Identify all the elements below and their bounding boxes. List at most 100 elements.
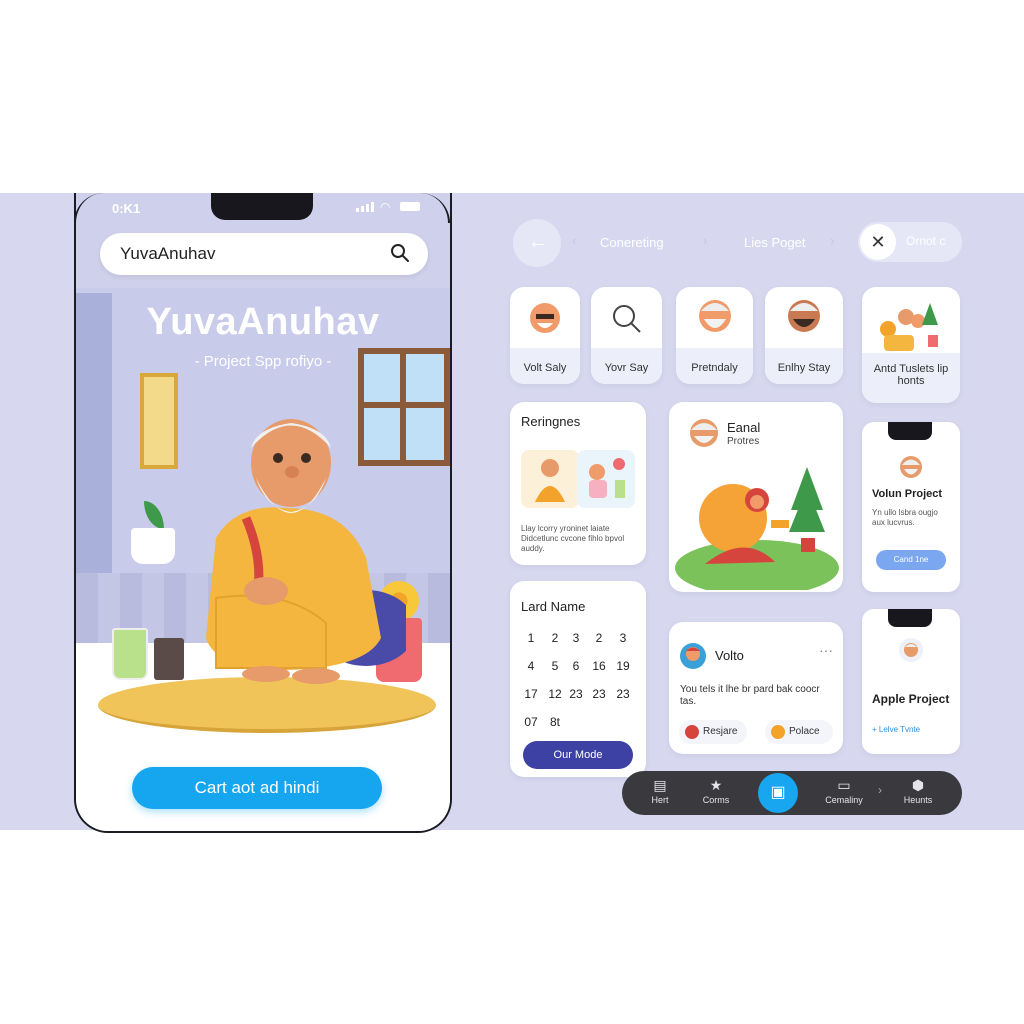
- calendar-day[interactable]: 4: [520, 659, 542, 673]
- home-action-button[interactable]: ▣: [758, 773, 798, 813]
- bottom-navigation: ▤ Hert ★ Corms ▣ ▭ Cemaliny › ⬢ Heunts: [622, 771, 962, 815]
- tile-volt-saly[interactable]: Volt Saly: [510, 287, 580, 384]
- tile-label: Enlhy Stay: [777, 362, 831, 374]
- volun-project-card[interactable]: Volun Project Yn ullo lsbra ougjo aux lu…: [862, 422, 960, 592]
- tile-label: Yovr Say: [604, 362, 649, 374]
- avatar-icon: [530, 303, 560, 333]
- chevron-right-icon: ›: [878, 783, 882, 797]
- mini-phone-notch: [888, 609, 932, 627]
- post-text: You tels it lhe br pard bak coocr tas.: [680, 684, 820, 707]
- calendar-day[interactable]: 3: [565, 631, 587, 645]
- app-title: YuvaAnuhav: [146, 301, 380, 343]
- card-link[interactable]: + Lelve Tvnte: [872, 725, 920, 734]
- calendar-day[interactable]: 07: [520, 715, 542, 729]
- nav-label: Hert: [651, 795, 669, 805]
- calendar-day[interactable]: 23: [588, 687, 610, 701]
- card-icon: ▭: [837, 777, 851, 793]
- phone-frame-top: [74, 193, 450, 223]
- elder-avatar-icon: [690, 419, 718, 447]
- nav-label: Heunts: [903, 795, 933, 805]
- close-pill[interactable]: ✕ Ornot c: [858, 222, 962, 262]
- calendar-day[interactable]: 23: [565, 687, 587, 701]
- meditation-thumb: [521, 450, 579, 508]
- calendar-day[interactable]: 19: [612, 659, 634, 673]
- tile-yovr-say[interactable]: Yovr Say: [591, 287, 662, 384]
- tea-glass: [112, 628, 148, 680]
- profile-card[interactable]: Eanal Protres: [669, 402, 843, 592]
- place-chip[interactable]: Polace: [765, 720, 833, 744]
- briefcase-icon: ▣: [770, 784, 786, 801]
- card-body: Yn ullo lsbra ougjo aux lucvrus.: [872, 508, 938, 527]
- man-avatar-icon: [788, 300, 820, 332]
- post-card[interactable]: Volto ··· You tels it lhe br pard bak co…: [669, 622, 843, 754]
- tile-pretndaly[interactable]: Pretndaly: [676, 287, 753, 384]
- card-body: Llay lcorry yroninet laiate Didcetlunc c…: [521, 524, 625, 553]
- star-icon: ★: [709, 777, 723, 793]
- share-icon: [685, 725, 699, 739]
- calendar-card[interactable]: Lard Name 1 2 3 2 3 4 5 6 16 19 17 12 23 23 23 07 8t Our…: [510, 581, 646, 777]
- grandparent-icon: [589, 458, 625, 498]
- user-avatar-icon: [680, 643, 706, 669]
- mini-phone-notch: [888, 422, 932, 440]
- nav-item-cemaliny[interactable]: ▭ Cemaliny: [814, 771, 874, 815]
- breadcrumb-item-1[interactable]: Conereting: [600, 235, 664, 250]
- calendar-day[interactable]: 8t: [544, 715, 566, 729]
- elder-avatar-icon: [899, 638, 923, 662]
- tile-antd-tuslets[interactable]: Antd Tuslets lip honts: [862, 287, 960, 403]
- card-title: Reringnes: [521, 414, 581, 429]
- calendar-day[interactable]: 17: [520, 687, 542, 701]
- card-title: Eanal: [727, 420, 761, 435]
- calendar-day[interactable]: 16: [588, 659, 610, 673]
- post-author: Volto: [715, 648, 744, 663]
- calendar-day[interactable]: 3: [612, 631, 634, 645]
- get-started-button[interactable]: Cart aot ad hindi: [132, 767, 382, 809]
- tile-label: Volt Saly: [523, 362, 567, 374]
- elder-illustration: [206, 419, 406, 684]
- magnifier-icon: [613, 305, 641, 333]
- share-chip[interactable]: Resjare: [679, 720, 747, 744]
- calendar-day[interactable]: 6: [565, 659, 587, 673]
- reringnes-card[interactable]: Reringnes Llay lcorry yroninet laiate Di…: [510, 402, 646, 565]
- close-icon[interactable]: ✕: [860, 224, 896, 260]
- search-input[interactable]: YuvaAnuhav: [120, 244, 215, 264]
- nav-item-hert[interactable]: ▤ Hert: [630, 771, 690, 815]
- calendar-day[interactable]: 5: [544, 659, 566, 673]
- mode-button[interactable]: Our Mode: [523, 741, 633, 769]
- card-title: Volun Project: [872, 488, 943, 500]
- wall-shelf: [140, 373, 178, 469]
- nav-label: Corms: [702, 795, 730, 805]
- nav-item-heunts[interactable]: ⬢ Heunts: [888, 771, 948, 815]
- calendar-day[interactable]: 12: [544, 687, 566, 701]
- place-icon: [771, 725, 785, 739]
- nav-item-corms[interactable]: ★ Corms: [686, 771, 746, 815]
- arrow-left-icon: ←: [528, 231, 548, 253]
- elder-avatar-icon: [900, 456, 922, 478]
- close-label: Ornot c: [906, 234, 946, 248]
- family-thumb: [577, 450, 635, 508]
- card-action-button[interactable]: Cand 1ne: [876, 550, 946, 570]
- chevron-icon: ›: [703, 233, 708, 248]
- calendar-icon: ▤: [653, 777, 667, 793]
- plant-pot: [131, 528, 175, 564]
- back-button[interactable]: ←: [513, 219, 561, 267]
- calendar-day[interactable]: 23: [612, 687, 634, 701]
- search-bar[interactable]: YuvaAnuhav: [100, 233, 428, 275]
- apple-project-card[interactable]: Apple Project + Lelve Tvnte: [862, 609, 960, 754]
- calendar-day[interactable]: 1: [520, 631, 542, 645]
- card-subtitle: Protres: [727, 436, 760, 447]
- card-title: Lard Name: [521, 599, 586, 614]
- app-subtitle: - Project Spp rofiyo -: [194, 353, 332, 370]
- more-icon[interactable]: ···: [819, 642, 833, 658]
- tile-label: Pretndaly: [691, 362, 738, 374]
- chip-label: Resjare: [703, 726, 738, 737]
- elder-avatar-icon: [699, 300, 731, 332]
- breadcrumb-item-2[interactable]: Lies Poget: [744, 235, 805, 250]
- search-icon[interactable]: [390, 243, 410, 263]
- nav-label: Cemaliny: [825, 795, 863, 805]
- calendar-day[interactable]: 2: [544, 631, 566, 645]
- reading-illustration: [675, 467, 839, 590]
- chevron-icon: ‹: [572, 233, 577, 248]
- tile-enlhy-stay[interactable]: Enlhy Stay: [765, 287, 843, 384]
- calendar-day[interactable]: 2: [588, 631, 610, 645]
- monk-icon: [535, 459, 565, 502]
